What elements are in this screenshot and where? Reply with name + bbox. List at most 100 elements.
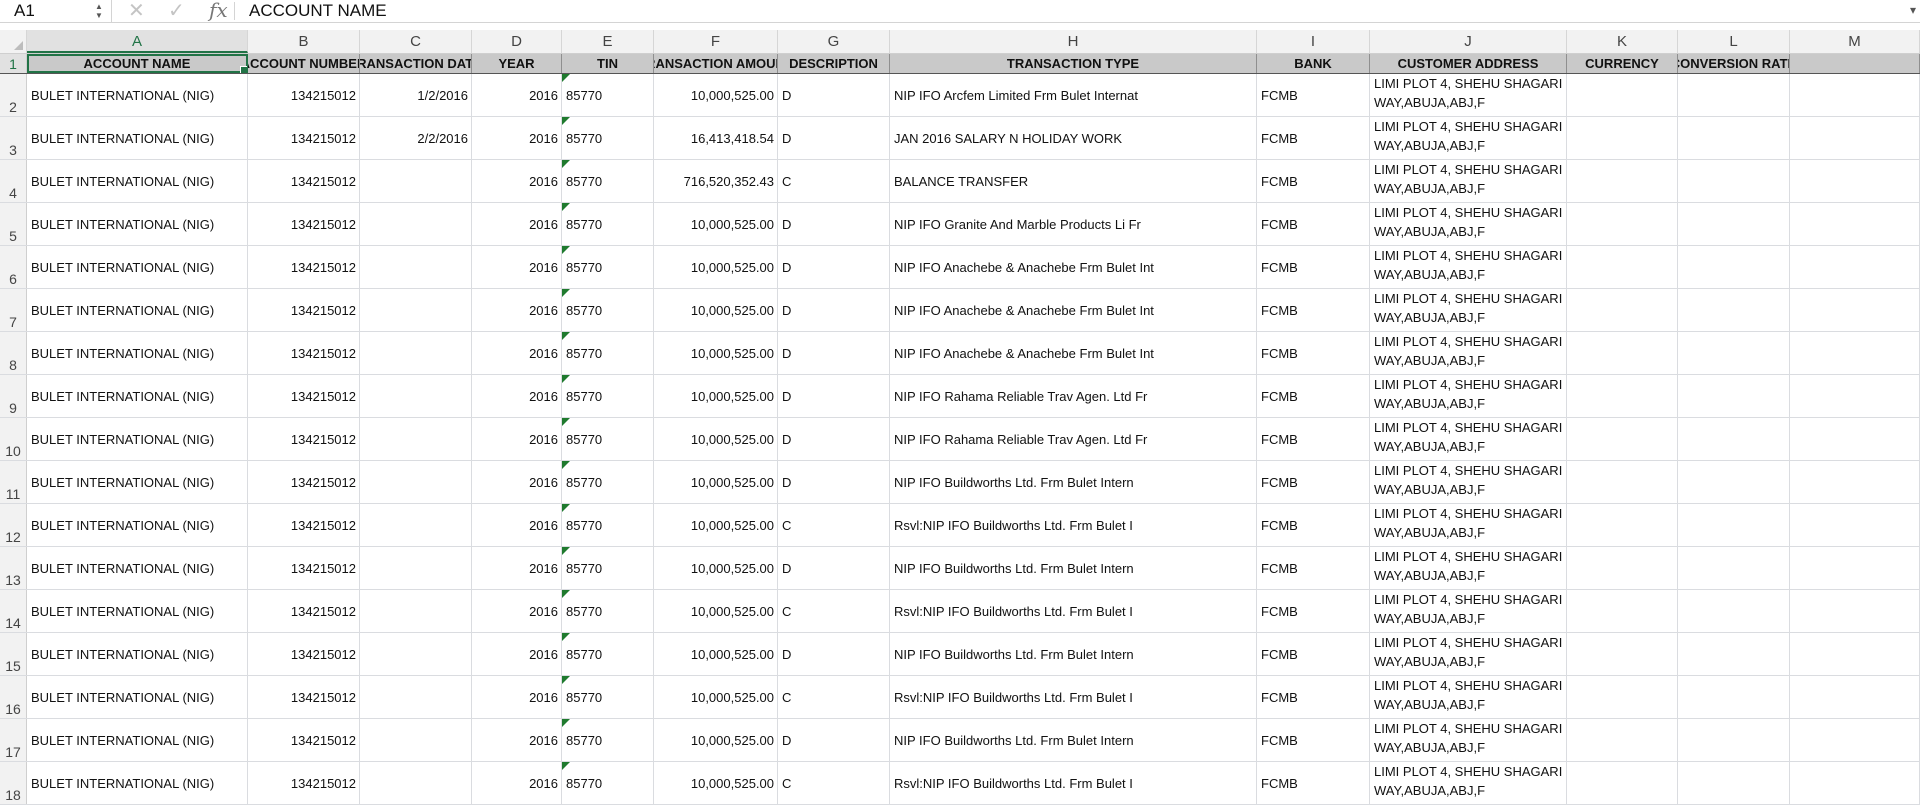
cell-g[interactable]: D bbox=[778, 547, 890, 589]
insert-function-icon[interactable]: fx bbox=[209, 0, 228, 21]
cell-d[interactable]: 2016 bbox=[472, 74, 562, 116]
cell-d[interactable]: 2016 bbox=[472, 633, 562, 675]
cell-h[interactable]: NIP IFO Buildworths Ltd. Frm Bulet Inter… bbox=[890, 719, 1257, 761]
cell-i[interactable]: FCMB bbox=[1257, 203, 1370, 245]
column-header-g[interactable]: G bbox=[778, 30, 890, 53]
cell-l[interactable] bbox=[1678, 246, 1790, 288]
header-cell-e[interactable]: TIN bbox=[562, 54, 654, 73]
cell-b[interactable]: 134215012 bbox=[248, 289, 360, 331]
cell-g[interactable]: C bbox=[778, 504, 890, 546]
row-number[interactable]: 8 bbox=[0, 332, 27, 374]
cell-d[interactable]: 2016 bbox=[472, 719, 562, 761]
cell-c[interactable]: 2/2/2016 bbox=[360, 117, 472, 159]
cell-i[interactable]: FCMB bbox=[1257, 375, 1370, 417]
cell-c[interactable] bbox=[360, 332, 472, 374]
cell-j[interactable]: LIMI PLOT 4, SHEHU SHAGARI WAY,ABUJA,ABJ… bbox=[1370, 676, 1567, 718]
row-number[interactable]: 6 bbox=[0, 246, 27, 288]
cell-j[interactable]: LIMI PLOT 4, SHEHU SHAGARI WAY,ABUJA,ABJ… bbox=[1370, 418, 1567, 460]
cell-e[interactable]: 85770 bbox=[562, 547, 654, 589]
cell-a[interactable]: BULET INTERNATIONAL (NIG) bbox=[27, 289, 248, 331]
cell-c[interactable] bbox=[360, 418, 472, 460]
cell-f[interactable]: 10,000,525.00 bbox=[654, 461, 778, 503]
cell-c[interactable] bbox=[360, 633, 472, 675]
cell-j[interactable]: LIMI PLOT 4, SHEHU SHAGARI WAY,ABUJA,ABJ… bbox=[1370, 590, 1567, 632]
cell-f[interactable]: 10,000,525.00 bbox=[654, 289, 778, 331]
cell-a[interactable]: BULET INTERNATIONAL (NIG) bbox=[27, 160, 248, 202]
cell-g[interactable]: D bbox=[778, 332, 890, 374]
cell-e[interactable]: 85770 bbox=[562, 160, 654, 202]
cell-m[interactable] bbox=[1790, 504, 1920, 546]
cell-l[interactable] bbox=[1678, 117, 1790, 159]
cell-b[interactable]: 134215012 bbox=[248, 590, 360, 632]
cell-a[interactable]: BULET INTERNATIONAL (NIG) bbox=[27, 461, 248, 503]
cell-h[interactable]: NIP IFO Arcfem Limited Frm Bulet Interna… bbox=[890, 74, 1257, 116]
column-header-k[interactable]: K bbox=[1567, 30, 1678, 53]
cell-j[interactable]: LIMI PLOT 4, SHEHU SHAGARI WAY,ABUJA,ABJ… bbox=[1370, 332, 1567, 374]
cell-j[interactable]: LIMI PLOT 4, SHEHU SHAGARI WAY,ABUJA,ABJ… bbox=[1370, 289, 1567, 331]
cell-i[interactable]: FCMB bbox=[1257, 246, 1370, 288]
cell-c[interactable] bbox=[360, 504, 472, 546]
cell-i[interactable]: FCMB bbox=[1257, 547, 1370, 589]
cell-m[interactable] bbox=[1790, 332, 1920, 374]
cell-a[interactable]: BULET INTERNATIONAL (NIG) bbox=[27, 117, 248, 159]
cell-m[interactable] bbox=[1790, 74, 1920, 116]
cell-a[interactable]: BULET INTERNATIONAL (NIG) bbox=[27, 762, 248, 804]
cell-h[interactable]: NIP IFO Anachebe & Anachebe Frm Bulet In… bbox=[890, 289, 1257, 331]
cell-d[interactable]: 2016 bbox=[472, 547, 562, 589]
column-header-f[interactable]: F bbox=[654, 30, 778, 53]
cell-h[interactable]: NIP IFO Anachebe & Anachebe Frm Bulet In… bbox=[890, 246, 1257, 288]
cell-m[interactable] bbox=[1790, 375, 1920, 417]
cell-c[interactable] bbox=[360, 289, 472, 331]
cell-i[interactable]: FCMB bbox=[1257, 762, 1370, 804]
cell-e[interactable]: 85770 bbox=[562, 117, 654, 159]
cell-m[interactable] bbox=[1790, 633, 1920, 675]
cell-h[interactable]: Rsvl:NIP IFO Buildworths Ltd. Frm Bulet … bbox=[890, 590, 1257, 632]
cell-k[interactable] bbox=[1567, 74, 1678, 116]
row-number[interactable]: 10 bbox=[0, 418, 27, 460]
cell-i[interactable]: FCMB bbox=[1257, 590, 1370, 632]
cell-d[interactable]: 2016 bbox=[472, 418, 562, 460]
cell-l[interactable] bbox=[1678, 160, 1790, 202]
cell-h[interactable]: NIP IFO Buildworths Ltd. Frm Bulet Inter… bbox=[890, 547, 1257, 589]
cell-j[interactable]: LIMI PLOT 4, SHEHU SHAGARI WAY,ABUJA,ABJ… bbox=[1370, 160, 1567, 202]
cell-j[interactable]: LIMI PLOT 4, SHEHU SHAGARI WAY,ABUJA,ABJ… bbox=[1370, 375, 1567, 417]
cell-k[interactable] bbox=[1567, 418, 1678, 460]
cell-f[interactable]: 10,000,525.00 bbox=[654, 332, 778, 374]
cell-d[interactable]: 2016 bbox=[472, 504, 562, 546]
cell-k[interactable] bbox=[1567, 762, 1678, 804]
cell-d[interactable]: 2016 bbox=[472, 246, 562, 288]
cell-e[interactable]: 85770 bbox=[562, 762, 654, 804]
header-cell-a[interactable]: ACCOUNT NAME bbox=[27, 54, 248, 73]
cell-j[interactable]: LIMI PLOT 4, SHEHU SHAGARI WAY,ABUJA,ABJ… bbox=[1370, 504, 1567, 546]
cell-j[interactable]: LIMI PLOT 4, SHEHU SHAGARI WAY,ABUJA,ABJ… bbox=[1370, 461, 1567, 503]
cell-d[interactable]: 2016 bbox=[472, 590, 562, 632]
cell-e[interactable]: 85770 bbox=[562, 246, 654, 288]
cell-a[interactable]: BULET INTERNATIONAL (NIG) bbox=[27, 676, 248, 718]
cell-h[interactable]: Rsvl:NIP IFO Buildworths Ltd. Frm Bulet … bbox=[890, 762, 1257, 804]
cell-k[interactable] bbox=[1567, 547, 1678, 589]
header-cell-d[interactable]: YEAR bbox=[472, 54, 562, 73]
cell-a[interactable]: BULET INTERNATIONAL (NIG) bbox=[27, 375, 248, 417]
cell-e[interactable]: 85770 bbox=[562, 418, 654, 460]
cell-d[interactable]: 2016 bbox=[472, 375, 562, 417]
cell-h[interactable]: JAN 2016 SALARY N HOLIDAY WORK bbox=[890, 117, 1257, 159]
cell-d[interactable]: 2016 bbox=[472, 289, 562, 331]
cell-g[interactable]: C bbox=[778, 160, 890, 202]
cell-h[interactable]: Rsvl:NIP IFO Buildworths Ltd. Frm Bulet … bbox=[890, 504, 1257, 546]
cell-i[interactable]: FCMB bbox=[1257, 117, 1370, 159]
cell-b[interactable]: 134215012 bbox=[248, 246, 360, 288]
column-header-j[interactable]: J bbox=[1370, 30, 1567, 53]
cell-l[interactable] bbox=[1678, 676, 1790, 718]
cell-b[interactable]: 134215012 bbox=[248, 160, 360, 202]
row-number[interactable]: 1 bbox=[0, 54, 27, 73]
cell-g[interactable]: D bbox=[778, 74, 890, 116]
chevron-up-icon[interactable]: ▲ bbox=[95, 3, 103, 11]
cell-e[interactable]: 85770 bbox=[562, 289, 654, 331]
cell-c[interactable] bbox=[360, 203, 472, 245]
cell-d[interactable]: 2016 bbox=[472, 676, 562, 718]
cell-l[interactable] bbox=[1678, 633, 1790, 675]
cell-j[interactable]: LIMI PLOT 4, SHEHU SHAGARI WAY,ABUJA,ABJ… bbox=[1370, 246, 1567, 288]
cell-k[interactable] bbox=[1567, 117, 1678, 159]
cell-a[interactable]: BULET INTERNATIONAL (NIG) bbox=[27, 74, 248, 116]
cell-j[interactable]: LIMI PLOT 4, SHEHU SHAGARI WAY,ABUJA,ABJ… bbox=[1370, 74, 1567, 116]
